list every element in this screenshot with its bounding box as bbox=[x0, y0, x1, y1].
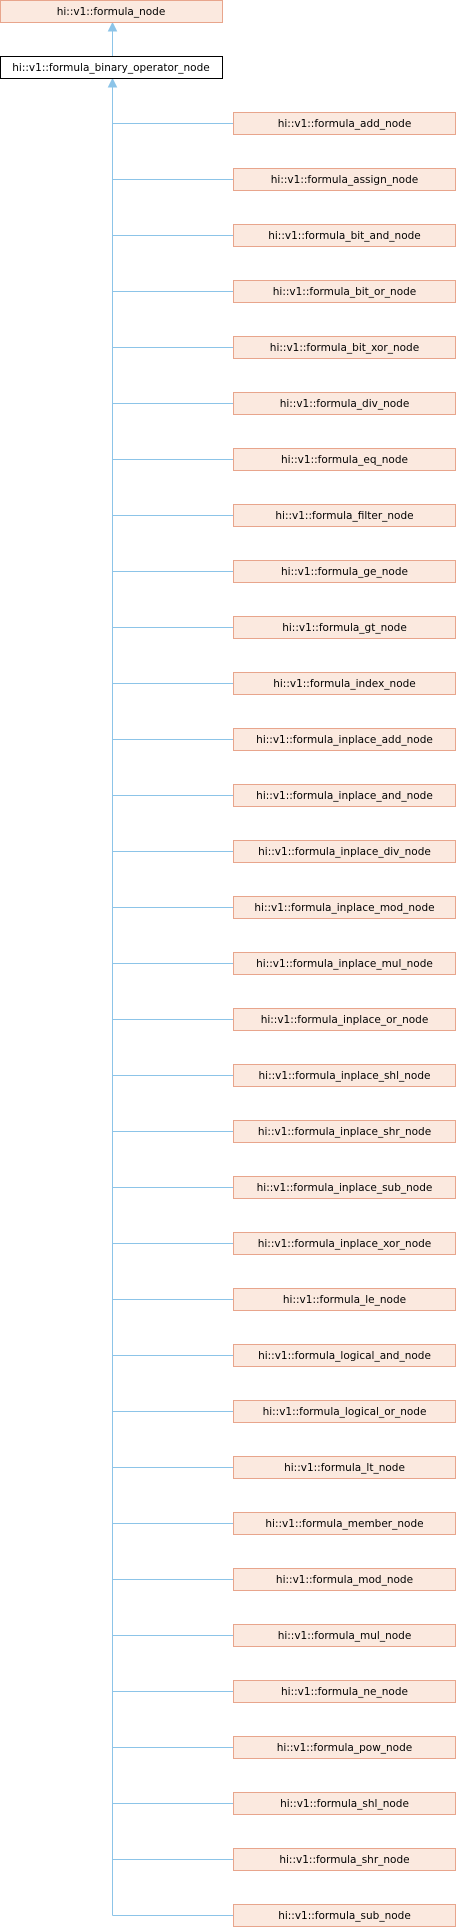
derived-node[interactable]: hi::v1::formula_ne_node bbox=[233, 1680, 456, 1703]
derived-node[interactable]: hi::v1::formula_bit_xor_node bbox=[233, 336, 456, 359]
derived-node[interactable]: hi::v1::formula_inplace_mul_node bbox=[233, 952, 456, 975]
derived-node-label: hi::v1::formula_mul_node bbox=[278, 1630, 412, 1642]
derived-node-label: hi::v1::formula_inplace_xor_node bbox=[258, 1238, 432, 1250]
derived-node[interactable]: hi::v1::formula_inplace_and_node bbox=[233, 784, 456, 807]
derived-node[interactable]: hi::v1::formula_mod_node bbox=[233, 1568, 456, 1591]
derived-node-label: hi::v1::formula_shl_node bbox=[280, 1798, 409, 1810]
inheritance-diagram: hi::v1::formula_node hi::v1::formula_bin… bbox=[0, 0, 456, 1927]
derived-node-label: hi::v1::formula_inplace_and_node bbox=[256, 790, 433, 802]
derived-node-label: hi::v1::formula_mod_node bbox=[276, 1574, 413, 1586]
derived-node-label: hi::v1::formula_lt_node bbox=[284, 1462, 405, 1474]
derived-node-label: hi::v1::formula_inplace_mod_node bbox=[254, 902, 434, 914]
derived-node-label: hi::v1::formula_bit_xor_node bbox=[270, 342, 419, 354]
derived-node[interactable]: hi::v1::formula_inplace_or_node bbox=[233, 1008, 456, 1031]
derived-node[interactable]: hi::v1::formula_index_node bbox=[233, 672, 456, 695]
derived-node-label: hi::v1::formula_index_node bbox=[273, 678, 416, 690]
derived-node-label: hi::v1::formula_inplace_add_node bbox=[256, 734, 433, 746]
derived-node[interactable]: hi::v1::formula_logical_or_node bbox=[233, 1400, 456, 1423]
base-node-label: hi::v1::formula_node bbox=[57, 6, 166, 18]
derived-node[interactable]: hi::v1::formula_inplace_sub_node bbox=[233, 1176, 456, 1199]
arrowhead-base bbox=[107, 21, 118, 32]
derived-node[interactable]: hi::v1::formula_shl_node bbox=[233, 1792, 456, 1815]
derived-node[interactable]: hi::v1::formula_bit_or_node bbox=[233, 280, 456, 303]
derived-node-label: hi::v1::formula_gt_node bbox=[282, 622, 407, 634]
derived-node-label: hi::v1::formula_le_node bbox=[283, 1294, 406, 1306]
derived-node[interactable]: hi::v1::formula_pow_node bbox=[233, 1736, 456, 1759]
derived-node[interactable]: hi::v1::formula_logical_and_node bbox=[233, 1344, 456, 1367]
derived-node-label: hi::v1::formula_inplace_sub_node bbox=[257, 1182, 433, 1194]
derived-node-label: hi::v1::formula_shr_node bbox=[279, 1854, 409, 1866]
derived-node-label: hi::v1::formula_inplace_div_node bbox=[258, 846, 431, 858]
derived-node[interactable]: hi::v1::formula_inplace_div_node bbox=[233, 840, 456, 863]
derived-node[interactable]: hi::v1::formula_mul_node bbox=[233, 1624, 456, 1647]
derived-node[interactable]: hi::v1::formula_le_node bbox=[233, 1288, 456, 1311]
base-node[interactable]: hi::v1::formula_node bbox=[0, 0, 223, 23]
derived-node[interactable]: hi::v1::formula_member_node bbox=[233, 1512, 456, 1535]
derived-node[interactable]: hi::v1::formula_sub_node bbox=[233, 1904, 456, 1927]
derived-node-label: hi::v1::formula_sub_node bbox=[278, 1910, 411, 1922]
inheritance-edges bbox=[107, 21, 234, 1916]
derived-node[interactable]: hi::v1::formula_eq_node bbox=[233, 448, 456, 471]
derived-node-label: hi::v1::formula_bit_or_node bbox=[273, 286, 417, 298]
derived-node-label: hi::v1::formula_member_node bbox=[265, 1518, 423, 1530]
derived-node-label: hi::v1::formula_pow_node bbox=[277, 1742, 413, 1754]
current-node-label: hi::v1::formula_binary_operator_node bbox=[12, 62, 209, 74]
derived-nodes: hi::v1::formula_add_nodehi::v1::formula_… bbox=[233, 112, 456, 1927]
derived-node[interactable]: hi::v1::formula_ge_node bbox=[233, 560, 456, 583]
current-node[interactable]: hi::v1::formula_binary_operator_node bbox=[0, 56, 223, 79]
derived-node[interactable]: hi::v1::formula_inplace_add_node bbox=[233, 728, 456, 751]
derived-node[interactable]: hi::v1::formula_inplace_xor_node bbox=[233, 1232, 456, 1255]
derived-node[interactable]: hi::v1::formula_filter_node bbox=[233, 504, 456, 527]
derived-node-label: hi::v1::formula_ge_node bbox=[281, 566, 408, 578]
derived-node[interactable]: hi::v1::formula_inplace_shr_node bbox=[233, 1120, 456, 1143]
derived-node-label: hi::v1::formula_add_node bbox=[278, 118, 412, 130]
derived-node-label: hi::v1::formula_inplace_shr_node bbox=[258, 1126, 431, 1138]
derived-node[interactable]: hi::v1::formula_gt_node bbox=[233, 616, 456, 639]
derived-node[interactable]: hi::v1::formula_inplace_shl_node bbox=[233, 1064, 456, 1087]
derived-node-label: hi::v1::formula_inplace_mul_node bbox=[256, 958, 433, 970]
derived-node-label: hi::v1::formula_filter_node bbox=[275, 510, 413, 522]
derived-node-label: hi::v1::formula_logical_or_node bbox=[263, 1406, 427, 1418]
derived-node-label: hi::v1::formula_div_node bbox=[280, 398, 410, 410]
derived-node[interactable]: hi::v1::formula_div_node bbox=[233, 392, 456, 415]
derived-node-label: hi::v1::formula_assign_node bbox=[271, 174, 418, 186]
derived-node[interactable]: hi::v1::formula_shr_node bbox=[233, 1848, 456, 1871]
derived-node[interactable]: hi::v1::formula_inplace_mod_node bbox=[233, 896, 456, 919]
derived-node-label: hi::v1::formula_logical_and_node bbox=[258, 1350, 431, 1362]
derived-node-label: hi::v1::formula_inplace_or_node bbox=[261, 1014, 429, 1026]
derived-node[interactable]: hi::v1::formula_add_node bbox=[233, 112, 456, 135]
derived-node[interactable]: hi::v1::formula_lt_node bbox=[233, 1456, 456, 1479]
arrowhead-current bbox=[107, 77, 118, 88]
derived-node-label: hi::v1::formula_bit_and_node bbox=[268, 230, 421, 242]
derived-node-label: hi::v1::formula_eq_node bbox=[281, 454, 408, 466]
derived-node-label: hi::v1::formula_inplace_shl_node bbox=[259, 1070, 431, 1082]
derived-node[interactable]: hi::v1::formula_assign_node bbox=[233, 168, 456, 191]
derived-node-label: hi::v1::formula_ne_node bbox=[281, 1686, 408, 1698]
derived-node[interactable]: hi::v1::formula_bit_and_node bbox=[233, 224, 456, 247]
